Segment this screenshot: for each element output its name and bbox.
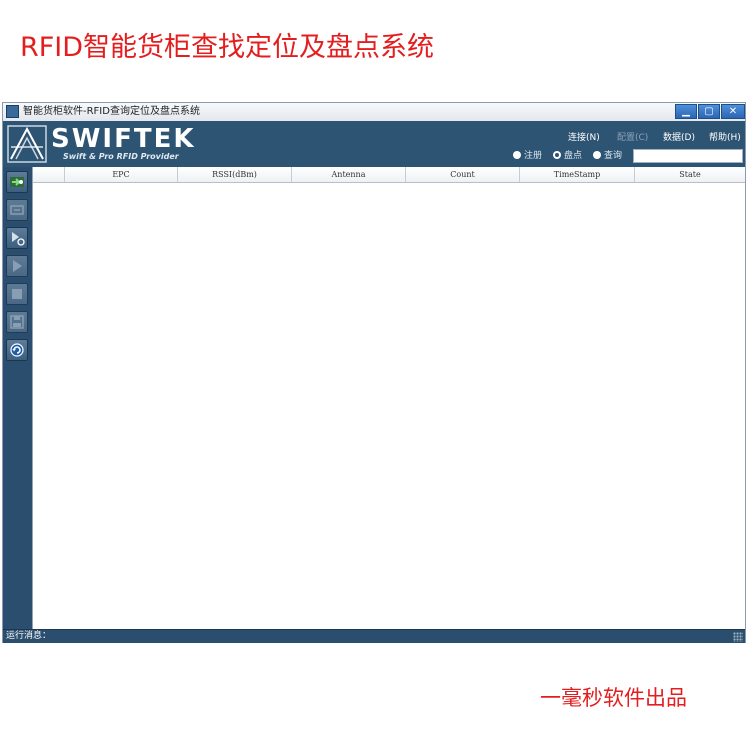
save-button[interactable] (6, 311, 28, 333)
disconnect-icon (10, 205, 24, 215)
brand-name: SWIFTEK (51, 124, 196, 154)
app-window: 智能货柜软件-RFID查询定位及盘点系统 ▁ ▢ ✕ SWIFTEK Swift… (2, 102, 746, 643)
stop-icon (12, 289, 22, 299)
play-settings-button[interactable] (6, 227, 28, 249)
close-button[interactable]: ✕ (721, 104, 745, 119)
mode-query-radio[interactable]: 查询 (593, 149, 622, 163)
column-header-count[interactable]: Count (406, 167, 520, 182)
brand-tagline: Swift & Pro RFID Provider (63, 152, 179, 161)
table-header: EPC RSSI(dBm) Antenna Count TimeStamp St… (33, 167, 745, 183)
column-header-state[interactable]: State (635, 167, 745, 182)
disconnect-button[interactable] (6, 199, 28, 221)
radio-indicator-checked (553, 150, 561, 159)
maximize-button[interactable]: ▢ (698, 104, 720, 119)
column-header-timestamp[interactable]: TimeStamp (520, 167, 635, 182)
status-bar: 运行消息： (3, 629, 745, 643)
page-headline: RFID智能货柜查找定位及盘点系统 (20, 32, 435, 63)
menu-connect[interactable]: 连接(N) (568, 132, 600, 144)
play-button[interactable] (6, 255, 28, 277)
mode-register-radio[interactable]: 注册 (513, 149, 542, 163)
column-header-rssi[interactable]: RSSI(dBm) (178, 167, 292, 182)
header-selector-column[interactable] (33, 167, 65, 182)
connect-icon (10, 177, 24, 187)
title-bar: 智能货柜软件-RFID查询定位及盘点系统 ▁ ▢ ✕ (3, 103, 745, 122)
save-icon (10, 315, 24, 329)
footer-credit: 一毫秒软件出品 (540, 686, 687, 710)
window-title: 智能货柜软件-RFID查询定位及盘点系统 (23, 106, 200, 117)
menu-data[interactable]: 数据(D) (663, 132, 695, 144)
play-icon (13, 260, 22, 272)
mode-inventory-radio[interactable]: 盘点 (553, 149, 582, 163)
query-input[interactable] (633, 149, 743, 163)
side-toolbar (3, 167, 32, 629)
stop-button[interactable] (6, 283, 28, 305)
minimize-button[interactable]: ▁ (675, 104, 697, 119)
tag-table[interactable]: EPC RSSI(dBm) Antenna Count TimeStamp St… (32, 167, 745, 629)
status-label: 运行消息： (6, 631, 52, 641)
refresh-icon (10, 343, 24, 357)
radio-indicator (593, 150, 601, 159)
resize-grip-icon[interactable] (733, 632, 743, 642)
mode-inventory-label: 盘点 (564, 151, 583, 161)
mode-query-label: 查询 (604, 151, 623, 161)
column-header-antenna[interactable]: Antenna (292, 167, 406, 182)
app-icon (6, 105, 19, 118)
app-header: SWIFTEK Swift & Pro RFID Provider 连接(N) … (3, 121, 745, 167)
mode-register-label: 注册 (524, 151, 543, 161)
column-header-epc[interactable]: EPC (65, 167, 178, 182)
swiftek-logo-icon (7, 125, 47, 163)
play-settings-icon (12, 232, 25, 246)
connect-button[interactable] (6, 171, 28, 193)
refresh-button[interactable] (6, 339, 28, 361)
radio-indicator (513, 150, 521, 159)
menu-config[interactable]: 配置(C) (617, 132, 648, 144)
menu-help[interactable]: 帮助(H) (709, 132, 741, 144)
